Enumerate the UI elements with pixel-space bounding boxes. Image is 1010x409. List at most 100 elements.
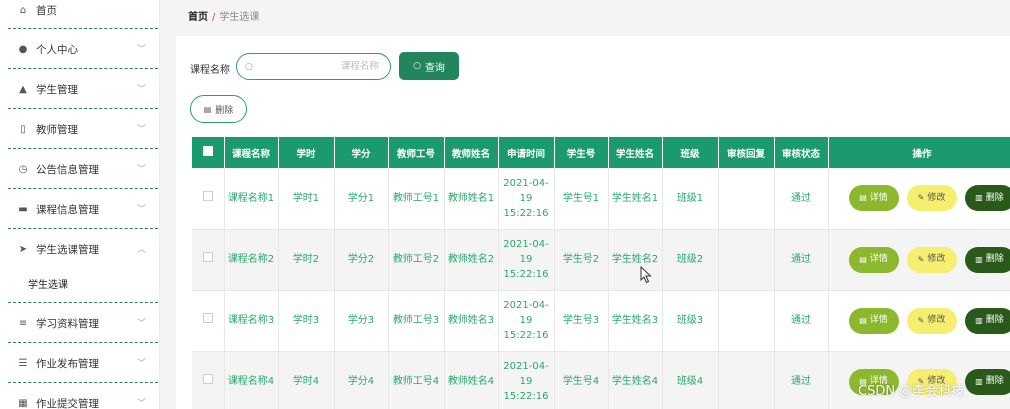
pencil-icon: ✎: [917, 193, 925, 203]
chevron-down-icon: ﹀: [136, 205, 146, 215]
cell-teacher-no: 教师工号3: [388, 290, 445, 352]
select-all-cell[interactable]: [192, 137, 225, 168]
row-actions: ▤ 详情 ✎ 修改 ▥ 删除: [829, 307, 1010, 334]
table-header-row: 课程名称 学时 学分 教师工号 教师姓名 申请时间 学生号 学生姓名 班级 审核…: [192, 137, 1010, 168]
cell-hours: 学时1: [278, 168, 335, 230]
detail-button[interactable]: ▤ 详情: [848, 246, 899, 273]
trash-icon: ▤: [203, 104, 212, 114]
row-checkbox[interactable]: [202, 374, 213, 384]
edit-button[interactable]: ✎ 修改: [906, 307, 957, 334]
cell-reply: [718, 229, 775, 291]
cell-class: 班级3: [662, 290, 719, 352]
column-header: 课程名称: [224, 137, 279, 168]
detail-button[interactable]: ▤ 详情: [848, 185, 899, 212]
cell-student-name: 学生姓名3: [608, 290, 663, 352]
sidebar-item-homework-submit[interactable]: ▦ 作业提交管理 ﹀: [0, 383, 159, 409]
sidebar-item-courses[interactable]: ▬ 课程信息管理 ﹀: [0, 189, 159, 229]
sliders-icon: ≡: [18, 317, 28, 329]
detail-label: 详情: [869, 253, 888, 264]
cell-teacher-name: 教师姓名3: [444, 290, 499, 352]
cell-reply: [718, 351, 775, 409]
detail-label: 详情: [869, 192, 888, 203]
cell-student-name: 学生姓名1: [608, 168, 663, 230]
cell-time: 2021-04-19 15:22:16: [498, 351, 555, 409]
search-icon: ○: [413, 61, 421, 71]
sidebar-item-teachers[interactable]: ▯ 教师管理 ﹀: [0, 109, 159, 149]
cell-teacher-no: 教师工号4: [388, 351, 445, 409]
delete-label: 删除: [985, 375, 1004, 386]
cell-student-no: 学生号4: [554, 351, 609, 409]
content-panel: 课程名称 ○ ○ 查询 ▤ 删除 课程名称 学时: [176, 36, 1010, 409]
row-select-cell[interactable]: [192, 290, 225, 352]
breadcrumb: 首页 / 学生选课: [188, 8, 259, 23]
row-checkbox[interactable]: [202, 313, 213, 323]
column-header: 学分: [334, 137, 389, 168]
chevron-down-icon: ﹀: [136, 85, 146, 95]
row-select-cell[interactable]: [192, 351, 225, 409]
delete-button[interactable]: ▥ 删除: [964, 246, 1010, 273]
file-icon: ▤: [859, 193, 867, 203]
row-actions: ▤ 详情 ✎ 修改 ▥ 删除: [829, 246, 1010, 273]
column-header: 申请时间: [498, 137, 555, 168]
cell-credit: 学分1: [334, 168, 389, 230]
edit-button[interactable]: ✎ 修改: [906, 185, 957, 212]
sidebar-item-students[interactable]: ▲ 学生管理 ﹀: [0, 69, 159, 109]
sidebar-subitem-student-selection[interactable]: 学生选课: [0, 268, 159, 298]
search-box[interactable]: ○: [236, 53, 391, 80]
delete-button[interactable]: ▥ 删除: [964, 185, 1010, 212]
mouse-pointer-icon: [640, 266, 652, 284]
batch-delete-button[interactable]: ▤ 删除: [190, 95, 247, 123]
query-button[interactable]: ○ 查询: [399, 52, 459, 80]
cell-actions: ▤ 详情 ✎ 修改 ▥ 删除: [828, 290, 1010, 352]
cell-hours: 学时3: [278, 290, 335, 352]
row-select-cell[interactable]: [192, 229, 225, 291]
sidebar-item-personal[interactable]: ● 个人中心 ﹀: [0, 29, 159, 69]
cell-student-no: 学生号1: [554, 168, 609, 230]
cell-course: 课程名称3: [224, 290, 279, 352]
column-header: 教师工号: [388, 137, 445, 168]
sidebar-item-home[interactable]: ⌂ 首页: [0, 0, 159, 30]
sidebar-item-label: 教师管理: [36, 123, 78, 136]
chevron-down-icon: ﹀: [136, 165, 146, 175]
sidebar-item-homework-publish[interactable]: ☰ 作业发布管理 ﹀: [0, 343, 159, 383]
search-input[interactable]: [258, 61, 379, 72]
cell-actions: ▤ 详情 ✎ 修改 ▥ 删除: [828, 229, 1010, 291]
search-label: 课程名称: [190, 65, 230, 76]
sidebar-item-materials[interactable]: ≡ 学习资料管理 ﹀: [0, 303, 159, 343]
query-button-label: 查询: [424, 62, 445, 74]
sidebar-item-label: 作业发布管理: [36, 357, 99, 370]
cell-teacher-no: 教师工号2: [388, 229, 445, 291]
column-header: 班级: [662, 137, 719, 168]
cell-student-no: 学生号3: [554, 290, 609, 352]
chevron-down-icon: ﹀: [136, 359, 146, 369]
edit-label: 修改: [927, 192, 946, 203]
row-checkbox[interactable]: [202, 190, 213, 201]
chevron-down-icon: ﹀: [136, 45, 146, 55]
edit-label: 修改: [927, 253, 946, 264]
delete-button[interactable]: ▥ 删除: [964, 307, 1010, 334]
delete-button[interactable]: ▥ 删除: [964, 368, 1010, 395]
data-table: 课程名称 学时 学分 教师工号 教师姓名 申请时间 学生号 学生姓名 班级 审核…: [192, 137, 1010, 409]
breadcrumb-home[interactable]: 首页: [188, 12, 208, 23]
detail-button[interactable]: ▤ 详情: [848, 307, 899, 334]
cell-actions: ▤ 详情 ✎ 修改 ▥ 删除: [828, 168, 1010, 230]
watermark: CSDN @李会科技: [858, 384, 965, 399]
user-icon: ●: [18, 43, 28, 55]
sidebar-item-course-selection[interactable]: ➤ 学生选课管理 ︿: [0, 229, 159, 269]
sidebar-item-label: 学习资料管理: [36, 317, 99, 330]
grid-icon: ▦: [18, 397, 28, 409]
sidebar-item-label: 课程信息管理: [36, 203, 99, 216]
sidebar-item-notices[interactable]: ◷ 公告信息管理 ﹀: [0, 149, 159, 189]
cell-status: 通过: [774, 290, 829, 352]
main-area: 首页 /学生选课 课程名称 ○ ○ 查询 ▤ 删除 课程名称: [160, 0, 1010, 409]
edit-button[interactable]: ✎ 修改: [906, 246, 957, 273]
chevron-down-icon: ﹀: [136, 319, 146, 329]
trash-icon: ▥: [975, 254, 983, 264]
table-row: 课程名称3 学时3 学分3 教师工号3 教师姓名3 2021-04-19 15:…: [192, 290, 1010, 352]
row-checkbox[interactable]: [202, 252, 213, 262]
select-all-checkbox[interactable]: [202, 146, 213, 156]
row-select-cell[interactable]: [192, 168, 225, 230]
column-header: 审核状态: [774, 137, 829, 168]
column-header: 学时: [278, 137, 335, 168]
sidebar-item-label: 公告信息管理: [36, 163, 99, 176]
